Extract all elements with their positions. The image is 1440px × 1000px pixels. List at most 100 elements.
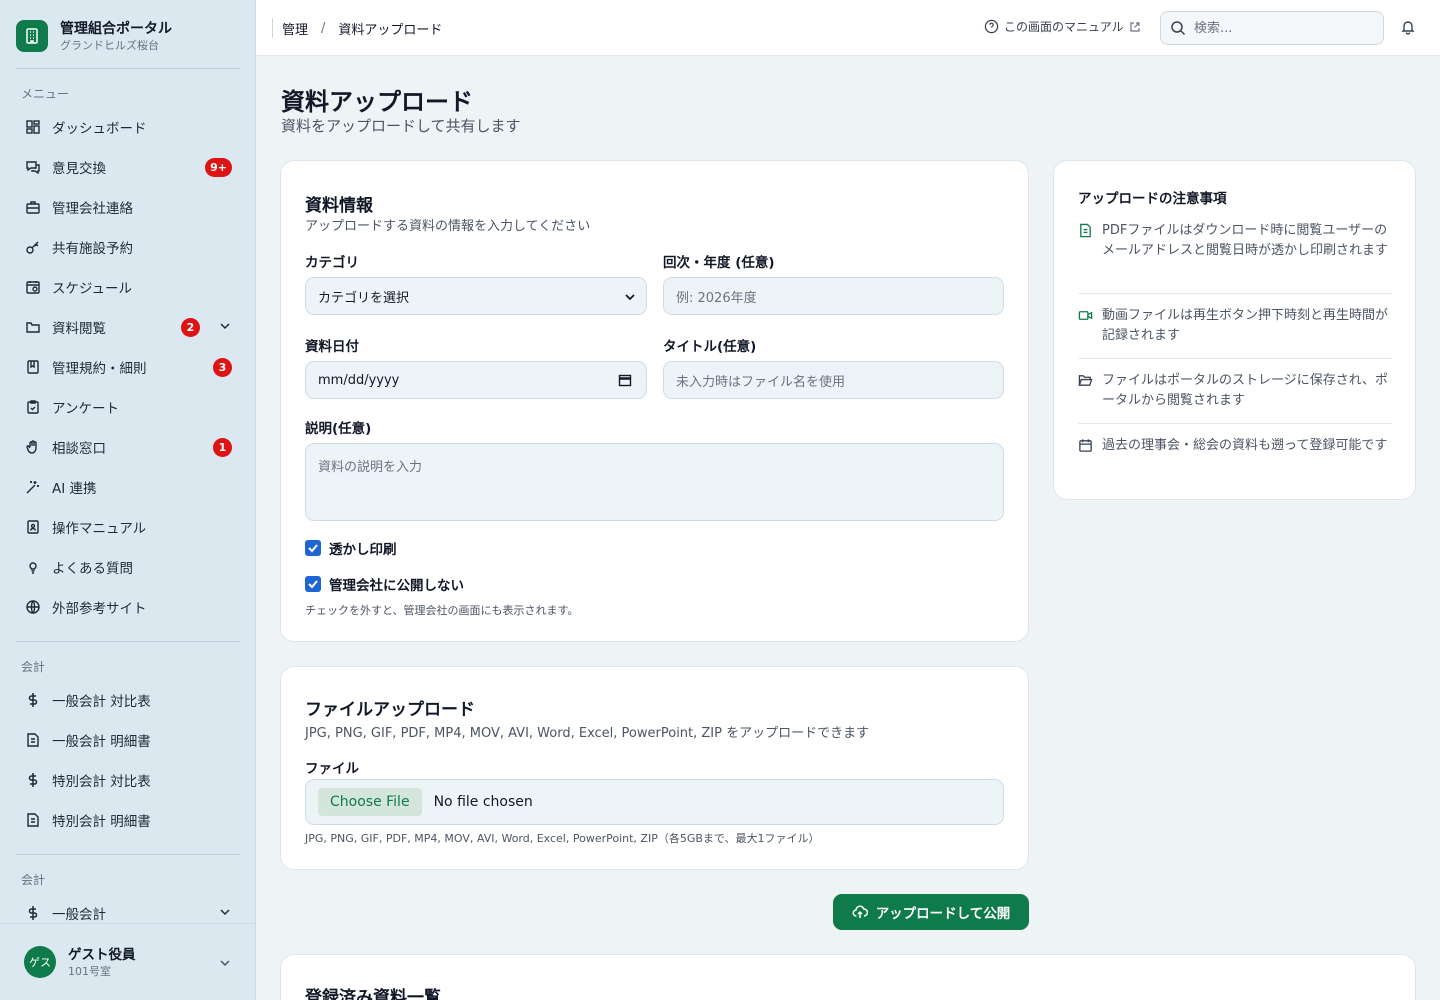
file-card-subtitle: JPG, PNG, GIF, PDF, MP4, MOV, AVI, Word,… (305, 726, 870, 741)
date-placeholder: mm/dd/yyyy (318, 372, 400, 388)
avatar: ゲス (24, 946, 56, 978)
title-input[interactable]: 未入力時はファイル名を使用 (663, 361, 1004, 399)
folder-open-icon (1078, 373, 1096, 411)
sidebar-item-survey[interactable]: アンケート (16, 387, 240, 427)
registered-documents-card: 登録済み資料一覧 (280, 954, 1416, 1000)
upload-publish-button[interactable]: アップロードして公開 (833, 894, 1029, 930)
sidebar-item-ai[interactable]: AI 連携 (16, 467, 240, 507)
sidebar-item-label: 操作マニュアル (52, 521, 147, 537)
category-select[interactable]: カテゴリを選択 (305, 277, 647, 315)
sidebar-item-facility-booking[interactable]: 共有施設予約 (16, 227, 240, 267)
search-box[interactable] (1160, 11, 1384, 45)
info-card-subtitle: アップロードする資料の情報を入力してください (305, 219, 591, 234)
breadcrumb: 管理 / 資料アップロード (272, 18, 442, 38)
brand[interactable]: 管理組合ポータル グランドヒルズ桜台 (16, 16, 240, 56)
document-icon (24, 811, 42, 829)
file-text-icon (1078, 223, 1096, 261)
sidebar-item-label: 外部参考サイト (52, 601, 147, 617)
choose-file-button[interactable]: Choose File (318, 788, 422, 816)
user-name: ゲスト役員 (68, 946, 136, 963)
dollar-icon (24, 691, 42, 709)
brand-subtitle: グランドヒルズ桜台 (60, 38, 159, 52)
sidebar-item-faq[interactable]: よくある質問 (16, 547, 240, 587)
sidebar-item-label: 管理会社連絡 (52, 201, 133, 217)
section-label-menu: メニュー (21, 87, 70, 101)
file-input[interactable]: Choose File No file chosen (305, 779, 1004, 825)
screen-manual-link[interactable]: この画面のマニュアル (984, 18, 1141, 35)
sidebar-item-special-comparison[interactable]: 特別会計 対比表 (16, 760, 240, 800)
sidebar-divider (16, 854, 240, 855)
sidebar-divider (16, 641, 240, 642)
sidebar-item-label: AI 連携 (52, 481, 97, 497)
dollar-icon (24, 904, 42, 922)
watermark-checkbox-row[interactable]: 透かし印刷 (305, 538, 397, 558)
private-checkbox-row[interactable]: 管理会社に公開しない (305, 574, 464, 594)
sidebar-divider (16, 68, 240, 69)
breadcrumb-item-current: 資料アップロード (338, 22, 443, 38)
note-item: 過去の理事会・総会の資料も遡って登録可能です (1078, 436, 1392, 457)
private-label: 管理会社に公開しない (329, 578, 464, 594)
note-item: ファイルはポータルのストレージに保存され、ポータルから閲覧されます (1078, 371, 1392, 411)
page-title: 資料アップロード (281, 88, 473, 116)
sidebar: 管理組合ポータル グランドヒルズ桜台 メニュー ダッシュボード 意見交換 9+ … (0, 0, 256, 1000)
date-label: 資料日付 (305, 339, 359, 355)
sidebar-item-schedule[interactable]: スケジュール (16, 267, 240, 307)
breadcrumb-item-admin[interactable]: 管理 (282, 19, 308, 38)
book-icon (24, 358, 42, 376)
description-placeholder: 資料の説明を入力 (318, 460, 423, 475)
main-nav: ダッシュボード 意見交換 9+ 管理会社連絡 共有施設予約 スケジュール 資料閲… (16, 107, 240, 627)
category-label: カテゴリ (305, 255, 359, 271)
sidebar-item-general-comparison[interactable]: 一般会計 対比表 (16, 680, 240, 720)
sidebar-item-label: 一般会計 対比表 (52, 694, 151, 710)
upload-cloud-icon (852, 905, 868, 918)
sidebar-item-discussion[interactable]: 意見交換 9+ (16, 147, 240, 187)
note-divider (1078, 293, 1392, 294)
notification-bell-icon[interactable] (1400, 19, 1416, 39)
term-input[interactable]: 例: 2026年度 (663, 277, 1004, 315)
briefcase-icon (24, 198, 42, 216)
file-hint: JPG, PNG, GIF, PDF, MP4, MOV, AVI, Word,… (305, 832, 820, 845)
search-input[interactable] (1194, 20, 1364, 36)
registered-list-title: 登録済み資料一覧 (305, 988, 441, 1000)
watermark-checkbox[interactable] (305, 540, 321, 556)
external-link-icon (1130, 21, 1140, 32)
info-card-title: 資料情報 (305, 196, 373, 216)
note-divider (1078, 423, 1392, 424)
sidebar-item-label: スケジュール (52, 281, 133, 297)
sidebar-item-management-contact[interactable]: 管理会社連絡 (16, 187, 240, 227)
sidebar-item-consultation[interactable]: 相談窓口 1 (16, 427, 240, 467)
sidebar-item-label: 管理規約・細則 (52, 361, 147, 377)
description-textarea[interactable]: 資料の説明を入力 (305, 443, 1004, 521)
watermark-label: 透かし印刷 (329, 542, 397, 558)
lightbulb-icon (24, 558, 42, 576)
chevron-down-icon[interactable] (218, 905, 232, 923)
sidebar-item-rules[interactable]: 管理規約・細則 3 (16, 347, 240, 387)
top-header: 管理 / 資料アップロード この画面のマニュアル (256, 0, 1440, 56)
file-upload-card: ファイルアップロード JPG, PNG, GIF, PDF, MP4, MOV,… (280, 666, 1029, 870)
note-text: 過去の理事会・総会の資料も遡って登録可能です (1102, 438, 1388, 453)
file-card-title: ファイルアップロード (305, 700, 475, 720)
sidebar-item-label: 相談窓口 (52, 441, 106, 457)
key-icon (24, 238, 42, 256)
sidebar-item-external-sites[interactable]: 外部参考サイト (16, 587, 240, 627)
chevron-down-icon (624, 291, 636, 307)
section-label-accounting: 会計 (21, 660, 46, 674)
sidebar-item-general-statement[interactable]: 一般会計 明細書 (16, 720, 240, 760)
user-room: 101号室 (68, 964, 111, 978)
chevron-down-icon[interactable] (218, 956, 232, 974)
description-label: 説明(任意) (305, 421, 372, 437)
accounting-nav: 一般会計 対比表 一般会計 明細書 特別会計 対比表 特別会計 明細書 (16, 680, 240, 840)
category-select-value: カテゴリを選択 (318, 290, 410, 306)
calendar-icon[interactable] (618, 373, 632, 391)
sidebar-item-dashboard[interactable]: ダッシュボード (16, 107, 240, 147)
sidebar-item-documents[interactable]: 資料閲覧 2 (16, 307, 240, 347)
sidebar-item-special-statement[interactable]: 特別会計 明細書 (16, 800, 240, 840)
date-input[interactable]: mm/dd/yyyy (305, 361, 647, 399)
page-subtitle: 資料をアップロードして共有します (281, 117, 521, 135)
chevron-down-icon[interactable] (218, 319, 232, 337)
sidebar-item-manual[interactable]: 操作マニュアル (16, 507, 240, 547)
file-label: ファイル (305, 761, 359, 777)
private-checkbox[interactable] (305, 576, 321, 592)
user-menu[interactable]: ゲス ゲスト役員 101号室 (0, 923, 256, 1000)
sidebar-item-label: アンケート (52, 401, 119, 417)
